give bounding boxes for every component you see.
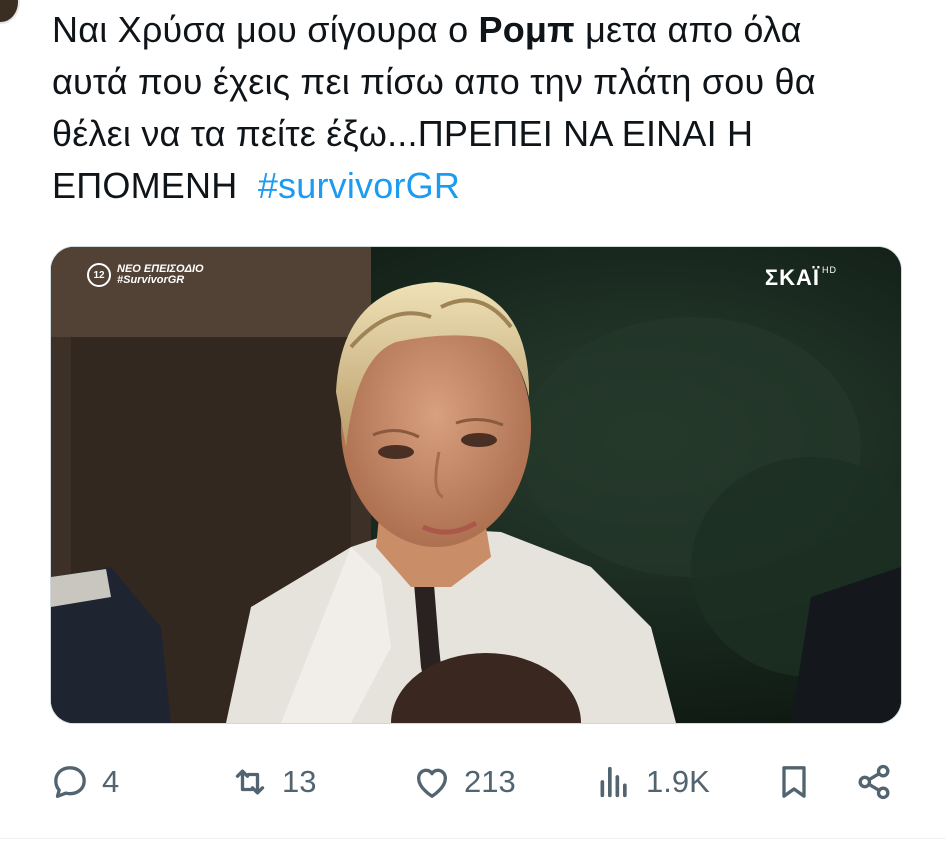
- episode-overlay: 12 ΝΕΟ ΕΠΕΙΣΟΔΙΟ #SurvivorGR: [87, 263, 204, 287]
- tweet-actions-bar: 4 13 213 1.9K: [50, 752, 910, 812]
- divider: [0, 838, 946, 839]
- tweet-text-line1-pre: Ναι Χρύσα μου σίγουρα ο: [52, 9, 479, 50]
- share-icon: [858, 764, 890, 800]
- channel-logo-text: ΣΚΑΪ: [764, 265, 820, 290]
- like-button[interactable]: 213: [412, 752, 516, 812]
- views-button[interactable]: 1.9K: [594, 752, 710, 812]
- reply-count: 4: [102, 764, 120, 799]
- tweet-media-image[interactable]: 12 ΝΕΟ ΕΠΕΙΣΟΔΙΟ #SurvivorGR ΣΚΑΪ HD: [50, 246, 902, 724]
- tweet-text-line1-post: μετα απο όλα: [574, 9, 802, 50]
- tweet-text-line4: ΕΠΟΜΕΝΗ: [52, 165, 248, 206]
- views-icon: [600, 766, 627, 798]
- channel-number-badge: 12: [87, 263, 111, 287]
- channel-logo: ΣΚΑΪ HD: [765, 265, 837, 291]
- author-avatar[interactable]: [0, 0, 20, 24]
- like-icon: [417, 768, 447, 798]
- repost-count: 13: [282, 764, 317, 799]
- tweet-text-line3: θέλει να τα πείτε έξω...ΠΡΕΠΕΙ ΝΑ ΕΙΝΑΙ …: [52, 113, 754, 154]
- media-scene: [51, 247, 901, 723]
- repost-button[interactable]: 13: [230, 752, 316, 812]
- views-count: 1.9K: [646, 764, 710, 799]
- repost-icon: [235, 769, 265, 795]
- like-count: 213: [464, 764, 516, 799]
- episode-overlay-line2: #SurvivorGR: [117, 274, 185, 286]
- tweet-text-line2: αυτά που έχεις πει πίσω απο την πλάτη σο…: [52, 61, 816, 102]
- reply-icon: [54, 766, 86, 798]
- bookmark-icon: [782, 766, 806, 798]
- tweet-text: Ναι Χρύσα μου σίγουρα ο Ρομπ μετα απο όλ…: [52, 4, 922, 212]
- tweet-mention-bold: Ρομπ: [478, 9, 575, 50]
- hashtag-link[interactable]: #survivorGR: [258, 165, 460, 206]
- reply-button[interactable]: 4: [50, 752, 119, 812]
- bookmark-button[interactable]: [774, 752, 814, 812]
- channel-hd-label: HD: [822, 265, 837, 275]
- share-button[interactable]: [854, 752, 894, 812]
